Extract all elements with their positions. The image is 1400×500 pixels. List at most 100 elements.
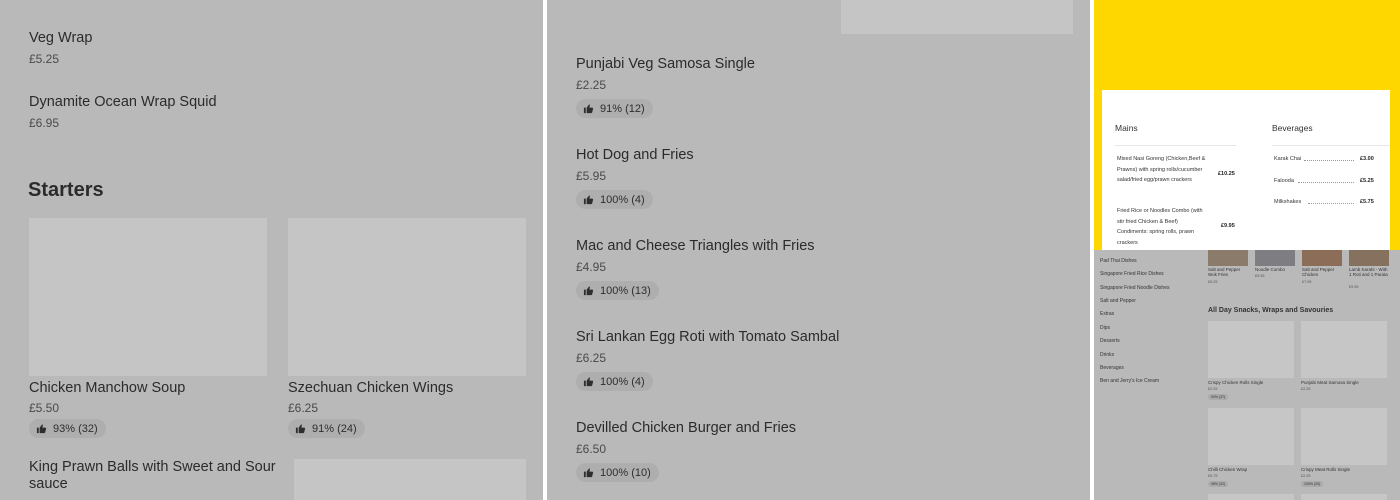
item-image-placeholder[interactable] <box>841 0 1073 34</box>
sidebar-category[interactable]: Drinks <box>1100 352 1114 358</box>
menu-item-price: £6.25 <box>288 401 319 415</box>
menu-item-price: £7.95 <box>1302 280 1312 284</box>
leader-dots <box>1298 182 1354 183</box>
menu-item-price: £5.50 <box>29 401 60 415</box>
section-title-starters: Starters <box>28 179 104 201</box>
item-image-placeholder[interactable] <box>1301 494 1387 500</box>
rating-text: 91% (24) <box>312 422 357 435</box>
item-image-placeholder[interactable] <box>1208 408 1294 465</box>
item-photo[interactable] <box>1208 248 1248 266</box>
rating-badge: 91% (24) <box>288 419 365 438</box>
rating-text: 91% (12) <box>600 102 645 115</box>
menu-panel-right: Pad Thai Dishes Singapore Fried Rice Dis… <box>1094 0 1400 500</box>
sidebar-category[interactable]: Pad Thai Dishes <box>1100 258 1137 264</box>
sidebar-category[interactable]: Singapore Fried Rice Dishes <box>1100 271 1164 277</box>
menu-item-name[interactable]: Hot Dog and Fries <box>576 147 694 163</box>
menu-item-price: £6.50 <box>576 442 607 456</box>
beverage-price: £3.00 <box>1360 156 1374 162</box>
menu-entry-price: £10.25 <box>1218 171 1235 177</box>
rating-badge: 100% (4) <box>576 190 653 209</box>
printed-menu-card: Mains Beverages Mixed Nasi Goreng (Chick… <box>1102 90 1390 250</box>
menu-item-price: £2.25 <box>1301 387 1311 391</box>
item-image-placeholder[interactable] <box>294 459 526 500</box>
sidebar-category[interactable]: Dips <box>1100 325 1110 331</box>
rating-badge: 90% (37) <box>1208 394 1229 400</box>
menu-item-name[interactable]: Crispy Meat Rolls Single <box>1301 467 1350 472</box>
rating-badge: 91% (12) <box>576 99 653 118</box>
menu-item-name[interactable]: Sri Lankan Egg Roti with Tomato Sambal <box>576 329 839 345</box>
thumbs-up-icon <box>295 423 306 434</box>
item-image-placeholder[interactable] <box>288 218 526 376</box>
menu-item-name[interactable]: Noodle Combo <box>1255 267 1285 272</box>
sidebar-category[interactable]: Desserts <box>1100 338 1120 344</box>
rating-badge: 100% (13) <box>576 281 659 300</box>
rating-text: 100% (4) <box>600 193 645 206</box>
menu-item-price: £5.95 <box>576 169 607 183</box>
menu-item-name[interactable]: Devilled Chicken Burger and Fries <box>576 420 796 436</box>
menu-item-price: £9.95 <box>1255 274 1265 278</box>
beverage-name: Karak Chai <box>1274 156 1302 162</box>
beverage-name: Milkshakes <box>1274 199 1302 205</box>
rating-badge: 100% (10) <box>576 463 659 482</box>
thumbs-up-icon <box>36 423 47 434</box>
item-image-placeholder[interactable] <box>1301 321 1387 378</box>
sidebar-category[interactable]: Extras <box>1100 311 1114 317</box>
menu-panel-left: Veg Wrap £5.25 Dynamite Ocean Wrap Squid… <box>0 0 543 500</box>
item-image-placeholder[interactable] <box>29 218 267 376</box>
beverage-price: £5.25 <box>1360 178 1374 184</box>
item-photo[interactable] <box>1349 248 1389 266</box>
divider <box>1115 145 1236 146</box>
item-image-placeholder[interactable] <box>1208 494 1294 500</box>
menu-item-name[interactable]: Veg Wrap <box>29 30 92 46</box>
menu-item-name[interactable]: Chicken Manchow Soup <box>29 380 185 396</box>
thumbs-up-icon <box>583 376 594 387</box>
menu-item-name[interactable]: Mac and Cheese Triangles with Fries <box>576 238 815 254</box>
menu-item-name[interactable]: Chilli Chicken Wrap <box>1208 467 1247 472</box>
thumbs-up-icon <box>583 103 594 114</box>
item-image-placeholder[interactable] <box>1301 408 1387 465</box>
menu-heading-beverages: Beverages <box>1272 123 1313 133</box>
menu-item-name[interactable]: Dynamite Ocean Wrap Squid <box>29 94 217 110</box>
item-photo[interactable] <box>1302 248 1342 266</box>
menu-item-price: £6.95 <box>29 116 60 130</box>
sidebar-category[interactable]: Singapore Fried Noodle Dishes <box>1100 285 1169 291</box>
section-title: All Day Snacks, Wraps and Savouries <box>1208 307 1334 314</box>
menu-entry-text: Fried Rice or Noodles Combo (with stir f… <box>1117 208 1203 246</box>
rating-badge: 98% (32) <box>1208 481 1229 487</box>
item-image-placeholder[interactable] <box>1208 321 1294 378</box>
leader-dots <box>1304 160 1354 161</box>
leader-dots <box>1308 203 1354 204</box>
thumbs-up-icon <box>583 285 594 296</box>
menu-item-name[interactable]: Punjabi Meat Samosa Single <box>1301 380 1359 385</box>
divider <box>1272 145 1390 146</box>
sidebar-category[interactable]: Ben and Jerry's Ice Cream <box>1100 378 1159 384</box>
menu-item-price: £9.95 <box>1349 285 1359 289</box>
beverage-name: Falooda <box>1274 178 1294 184</box>
menu-panel-middle: Punjabi Veg Samosa Single £2.25 91% (12)… <box>547 0 1090 500</box>
menu-item-name[interactable]: Szechuan Chicken Wings <box>288 380 453 396</box>
thumbs-up-icon <box>583 194 594 205</box>
menu-item-name[interactable]: King Prawn Balls with Sweet and Sour sau… <box>29 459 279 493</box>
menu-item-name[interactable]: Lamb Karahi - With 1 Roti and 1 Parata <box>1349 267 1389 277</box>
thumbs-up-icon <box>583 467 594 478</box>
item-photo[interactable] <box>1255 248 1295 266</box>
sidebar-category[interactable]: Beverages <box>1100 365 1124 371</box>
menu-item-name[interactable]: Punjabi Veg Samosa Single <box>576 56 755 72</box>
menu-item-price: £5.75 <box>1208 474 1218 478</box>
menu-entry-text: Mixed Nasi Goreng (Chicken,Beef & Prawns… <box>1117 156 1206 183</box>
menu-item-price: £5.25 <box>1208 280 1218 284</box>
rating-text: 93% (32) <box>53 422 98 435</box>
menu-item-price: £6.25 <box>576 351 607 365</box>
menu-item-name[interactable]: Salt and Pepper Chicken <box>1302 267 1342 277</box>
rating-badge: 93% (32) <box>29 419 106 438</box>
menu-item-name[interactable]: Crispy Chicken Rolls Single <box>1208 380 1263 385</box>
sidebar-category[interactable]: Salt and Pepper <box>1100 298 1136 304</box>
menu-item-name[interactable]: Salt and Pepper Wok Fries <box>1208 267 1248 277</box>
beverage-price: £5.75 <box>1360 199 1374 205</box>
menu-heading-mains: Mains <box>1115 123 1138 133</box>
rating-text: 100% (13) <box>600 284 651 297</box>
menu-item-price: £4.95 <box>576 260 607 274</box>
rating-text: 100% (10) <box>600 466 651 479</box>
menu-item-price: £2.25 <box>1208 387 1218 391</box>
rating-badge: 100% (4) <box>576 372 653 391</box>
